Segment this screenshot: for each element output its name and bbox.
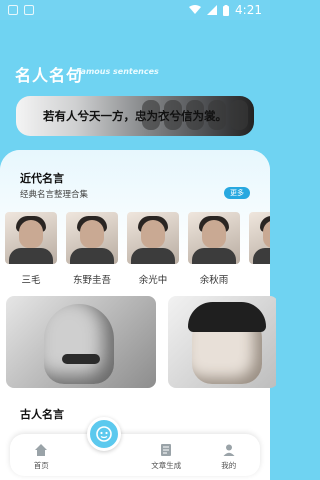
- nav-profile[interactable]: 我的: [204, 443, 254, 471]
- section-title-modern: 近代名言: [20, 172, 64, 185]
- person-photo: [5, 212, 57, 264]
- hero-title: 名人名句: [15, 66, 84, 85]
- featured-card[interactable]: [168, 296, 276, 388]
- nav-label: 文章生成: [151, 461, 182, 470]
- nav-chat[interactable]: [79, 417, 129, 471]
- person-item[interactable]: 余光中: [127, 212, 179, 292]
- battery-icon: [223, 4, 230, 16]
- person-item[interactable]: 三毛: [5, 212, 57, 292]
- quote-text: 若有人兮天一方，忠为衣兮信为裳。: [43, 109, 227, 123]
- wifi-icon: [189, 5, 202, 14]
- person-item[interactable]: 北: [249, 212, 270, 292]
- nav-article[interactable]: 文章生成: [141, 443, 191, 471]
- chat-bot-icon: [95, 426, 112, 442]
- bottom-nav: 首页 文章生成 我的: [10, 417, 260, 476]
- home-icon: [35, 444, 48, 456]
- status-time: 4:21: [235, 3, 262, 17]
- nav-label: 首页: [33, 461, 49, 470]
- user-icon: [223, 444, 235, 456]
- featured-card[interactable]: [6, 296, 156, 388]
- person-name: 东野圭吾: [72, 275, 111, 286]
- person-name: 余光中: [138, 275, 168, 286]
- hero-section: 名人名句 Famous sentences 若有人兮天一方，忠为衣兮信为裳。: [0, 20, 270, 150]
- person-photo: [66, 212, 118, 264]
- nav-home[interactable]: 首页: [16, 443, 66, 471]
- font-icon: [24, 5, 34, 15]
- person-item[interactable]: 东野圭吾: [66, 212, 118, 292]
- status-bar: 4:21: [0, 0, 270, 20]
- section-subtitle-modern: 经典名言整理合集: [20, 190, 89, 200]
- person-photo: [188, 212, 240, 264]
- more-button[interactable]: 更多: [224, 187, 250, 199]
- person-photo: [127, 212, 179, 264]
- featured-cards[interactable]: [6, 296, 276, 388]
- person-name: 三毛: [21, 275, 41, 286]
- section-title-ancient: 古人名言: [20, 408, 64, 421]
- nav-label: 我的: [221, 461, 237, 470]
- quote-banner[interactable]: 若有人兮天一方，忠为衣兮信为裳。: [16, 96, 254, 136]
- article-icon: [161, 444, 172, 456]
- main-content: 近代名言 经典名言整理合集 更多 三毛 东野圭吾 余光中 余秋雨 北: [0, 150, 276, 480]
- person-photo: [249, 212, 270, 264]
- notification-icon: [8, 5, 18, 15]
- people-carousel[interactable]: 三毛 东野圭吾 余光中 余秋雨 北: [5, 212, 270, 292]
- featured-portrait: [44, 304, 114, 384]
- status-right: 4:21: [189, 3, 262, 17]
- signal-icon: [207, 5, 218, 15]
- hero-subtitle: Famous sentences: [76, 67, 159, 76]
- person-item[interactable]: 余秋雨: [188, 212, 240, 292]
- chat-bot-button[interactable]: [86, 417, 121, 451]
- person-name: 余秋雨: [199, 275, 229, 286]
- status-left-icons: [8, 5, 34, 15]
